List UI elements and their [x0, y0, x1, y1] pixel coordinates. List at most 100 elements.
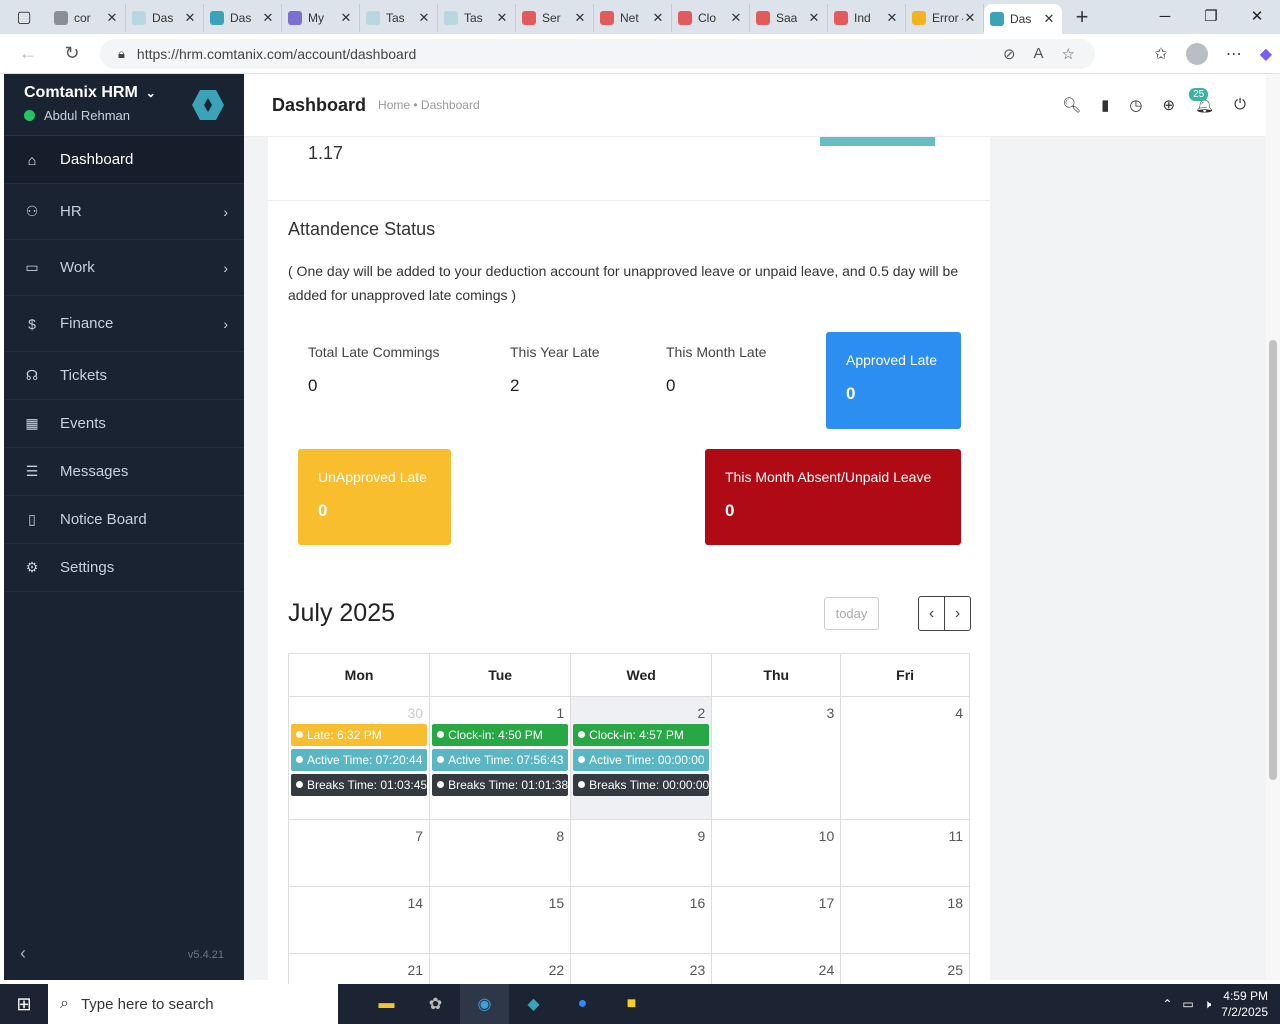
calendar-day[interactable]: 8 [429, 819, 572, 887]
calendar-event[interactable]: Clock-in: 4:50 PM [432, 724, 569, 746]
browser-tab[interactable]: Clo ✕ [672, 4, 750, 32]
sidebar-item-settings[interactable]: ⚙ Settings [4, 544, 244, 592]
browser-tab[interactable]: Das ✕ [204, 4, 282, 32]
favorites-icon[interactable]: ✩ [1154, 44, 1167, 64]
close-tab-icon[interactable]: ✕ [417, 10, 431, 26]
calendar-day[interactable]: 4 [840, 696, 970, 820]
new-tab-button[interactable]: + [1062, 4, 1102, 30]
paint-icon[interactable]: ✿ [411, 984, 460, 1024]
notification-bell-icon[interactable]: 🔔︎ 25 [1189, 88, 1214, 114]
calendar-day[interactable]: 11 [840, 819, 970, 887]
sticky-note-icon[interactable]: ▮ [1101, 96, 1109, 114]
brand-dropdown[interactable]: Comtanix HRM ⌄ [24, 84, 156, 102]
profile-avatar[interactable] [1185, 43, 1208, 65]
browser-tab[interactable]: Das ✕ [126, 4, 204, 32]
close-tab-icon[interactable]: ✕ [807, 10, 821, 26]
hrm-app-icon[interactable]: ◆ [509, 984, 558, 1024]
refresh-button[interactable]: ↻ [54, 43, 90, 64]
close-tab-icon[interactable]: ✕ [729, 10, 743, 26]
calendar-day[interactable]: 30 Late: 6:32 PM Active Time: 07:20:44 Brea… [287, 696, 431, 820]
calendar-event[interactable]: Breaks Time: 01:03:45 [291, 774, 428, 796]
calendar-event[interactable]: Active Time: 00:00:00 [573, 749, 710, 771]
add-icon[interactable]: ⊕ [1163, 96, 1176, 114]
collapse-sidebar-icon[interactable]: ‹ [20, 943, 26, 964]
back-button[interactable]: ← [10, 43, 46, 64]
calendar-event[interactable]: Breaks Time: 01:01:38 [432, 774, 569, 796]
browser-tab[interactable]: Ind ✕ [828, 4, 906, 32]
network-icon[interactable]: ▭ [1182, 997, 1193, 1011]
copilot-icon[interactable]: ◆ [1260, 44, 1272, 64]
prev-month-button[interactable]: ‹ [919, 597, 944, 630]
close-tab-icon[interactable]: ✕ [651, 10, 665, 26]
browser-tab[interactable]: Net ✕ [594, 4, 672, 32]
calendar-event[interactable]: Active Time: 07:20:44 [291, 749, 428, 771]
file-explorer-icon[interactable]: ▬ [362, 984, 411, 1024]
taskbar-search[interactable]: ⌕ Type here to search [48, 984, 338, 1024]
calendar-day[interactable]: 10 [711, 819, 842, 887]
previous-widget-button[interactable] [820, 137, 935, 146]
clock-icon[interactable]: ◷ [1129, 96, 1142, 114]
sidebar-item-tickets[interactable]: ☊ Tickets [4, 352, 244, 400]
sidebar-item-messages[interactable]: ☰ Messages [4, 448, 244, 496]
favorite-star-icon[interactable]: ☆ [1062, 45, 1075, 63]
browser-tab[interactable]: Ser ✕ [516, 4, 594, 32]
browser-tab[interactable]: cor ✕ [48, 4, 126, 32]
tracking-icon[interactable]: ⊘ [1003, 45, 1016, 63]
browser-tab[interactable]: Tas ✕ [438, 4, 516, 32]
next-month-button[interactable]: › [944, 597, 970, 630]
calendar-day[interactable]: 18 [840, 886, 970, 954]
calendar-event[interactable]: Late: 6:32 PM [291, 724, 428, 746]
close-tab-icon[interactable]: ✕ [261, 10, 275, 26]
browser-tab[interactable]: Saa ✕ [750, 4, 828, 32]
close-tab-icon[interactable]: ✕ [183, 10, 197, 26]
calendar-day[interactable]: 1 Clock-in: 4:50 PM Active Time: 07:56:43 B… [429, 696, 572, 820]
close-tab-icon[interactable]: ✕ [885, 10, 899, 26]
url-field[interactable]: 🔒︎ https://hrm.comtanix.com/account/dash… [100, 39, 1095, 69]
edge-icon[interactable]: ◉ [460, 984, 509, 1024]
sidebar-item-work[interactable]: ▭ Work › [4, 240, 244, 296]
restore-button[interactable]: ❐ [1188, 0, 1234, 34]
sidebar-item-hr[interactable]: ⚇ HR › [4, 184, 244, 240]
close-tab-icon[interactable]: ✕ [1042, 11, 1056, 27]
browser-tab[interactable]: Das ✕ [984, 4, 1062, 34]
calendar-event[interactable]: Breaks Time: 00:00:00 [573, 774, 710, 796]
calendar-day[interactable]: 9 [570, 819, 713, 887]
browser-tab[interactable]: Tas ✕ [360, 4, 438, 32]
calendar-day[interactable]: 7 [287, 819, 431, 887]
close-tab-icon[interactable]: ✕ [339, 10, 353, 26]
browser-tab[interactable]: Error 40✕ [906, 4, 984, 32]
more-menu-icon[interactable]: ⋯ [1226, 44, 1242, 64]
tray-chevron-icon[interactable]: ⌃ [1162, 997, 1172, 1011]
tab-actions-icon[interactable]: ▢ [0, 0, 48, 34]
scrollbar-thumb[interactable] [1269, 340, 1277, 780]
calendar-day[interactable]: 15 [429, 886, 572, 954]
close-tab-icon[interactable]: ✕ [495, 10, 509, 26]
sidebar-item-notice-board[interactable]: ▯ Notice Board [4, 496, 244, 544]
browser-tab[interactable]: My ✕ [282, 4, 360, 32]
minimize-button[interactable]: ─ [1142, 0, 1188, 34]
page-scrollbar[interactable] [1266, 74, 1280, 980]
search-icon[interactable]: 🔍︎ [1062, 96, 1081, 114]
calendar-day-today[interactable]: 2 Clock-in: 4:57 PM Active Time: 00:00:00 B… [570, 696, 713, 820]
close-window-button[interactable]: ✕ [1234, 0, 1280, 34]
calendar-event[interactable]: Active Time: 07:56:43 [432, 749, 569, 771]
sidebar-item-finance[interactable]: $ Finance › [4, 296, 244, 352]
read-aloud-icon[interactable]: A [1034, 45, 1044, 63]
calendar-day[interactable]: 14 [287, 886, 431, 954]
calendar-day[interactable]: 3 [711, 696, 842, 820]
close-tab-icon[interactable]: ✕ [963, 10, 977, 26]
calendar-event[interactable]: Clock-in: 4:57 PM [573, 724, 710, 746]
calendar-day[interactable]: 17 [711, 886, 842, 954]
power-icon[interactable]: ⏻ [1234, 96, 1246, 114]
volume-icon[interactable]: 🕨︎ [1204, 997, 1212, 1012]
calendar-day[interactable]: 16 [570, 886, 713, 954]
taskbar-clock[interactable]: 4:59 PM 7/2/2025 [1221, 988, 1268, 1020]
sticky-notes-icon[interactable]: ■ [607, 984, 656, 1024]
close-tab-icon[interactable]: ✕ [573, 10, 587, 26]
close-tab-icon[interactable]: ✕ [105, 10, 119, 26]
sidebar-item-dashboard[interactable]: ⌂ Dashboard [4, 136, 244, 184]
windows-start-icon[interactable]: ⊞ [0, 994, 48, 1015]
zoom-icon[interactable]: ● [558, 984, 607, 1024]
sidebar-item-events[interactable]: ▦ Events [4, 400, 244, 448]
today-button[interactable]: today [824, 597, 879, 630]
